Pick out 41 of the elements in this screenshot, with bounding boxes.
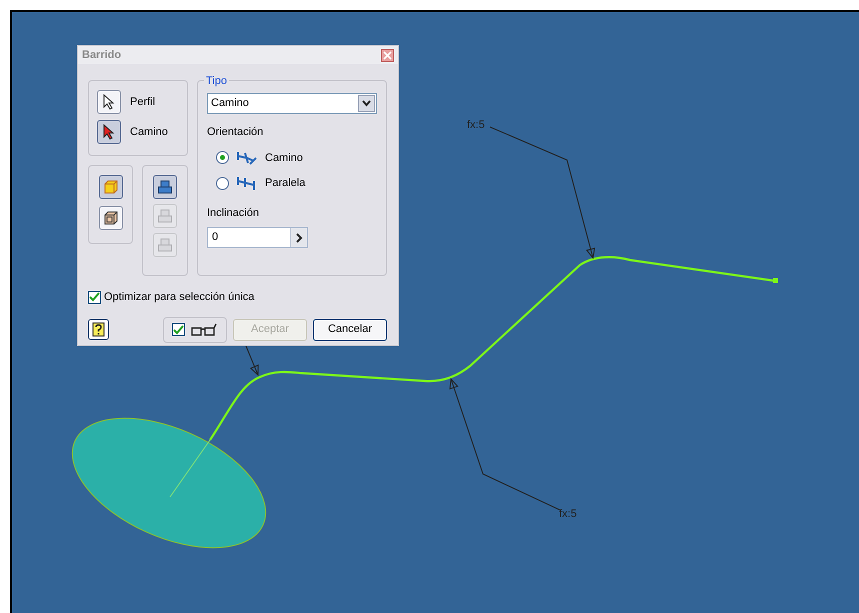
cursor-icon — [102, 124, 116, 140]
chevron-icon — [296, 232, 302, 242]
radio-label: Camino — [265, 150, 303, 166]
taper-field[interactable]: 0 — [207, 227, 308, 248]
field-label: Orientación — [207, 125, 264, 140]
cube-icon — [102, 179, 118, 195]
checkbox[interactable] — [88, 290, 101, 304]
select-button[interactable] — [97, 90, 121, 114]
select-button[interactable] — [97, 120, 121, 144]
operation-button[interactable] — [153, 175, 177, 199]
field-label: Inclinación — [207, 206, 259, 220]
radio-label: Paralela — [265, 176, 306, 191]
help-button[interactable] — [88, 319, 109, 340]
type-dropdown[interactable]: Camino — [207, 93, 377, 114]
output-button[interactable] — [98, 206, 122, 230]
stack-icon — [157, 208, 173, 224]
caret-icon — [362, 100, 371, 107]
group-legend: Tipo — [204, 73, 229, 90]
glasses-icon — [190, 322, 218, 336]
endpoint-marker — [773, 278, 778, 283]
radio-button[interactable] — [216, 176, 229, 190]
option-label: Camino — [130, 124, 168, 140]
field-value: 0 — [212, 230, 218, 246]
help-icon — [92, 322, 105, 337]
cursor-icon — [102, 94, 116, 110]
preview-checkbox[interactable] — [172, 323, 185, 336]
option-label: Perfil — [130, 94, 156, 110]
checkbox-label: Optimizar para selección única — [104, 290, 254, 305]
leader-line — [246, 346, 259, 376]
dialog-button[interactable]: Cancelar — [313, 318, 387, 340]
radio-button[interactable] — [216, 151, 229, 164]
close-button[interactable] — [381, 48, 394, 62]
orientation-icon — [236, 175, 258, 192]
stack-icon — [157, 179, 173, 195]
dimension-label: fx:5 — [559, 508, 577, 520]
stack-icon — [157, 237, 173, 253]
cube-icon — [102, 210, 118, 226]
center-line — [170, 440, 210, 498]
orientation-icon — [236, 150, 258, 166]
dialog-title: Barrido — [82, 48, 122, 63]
dimension-label: fx:5 — [467, 119, 485, 131]
